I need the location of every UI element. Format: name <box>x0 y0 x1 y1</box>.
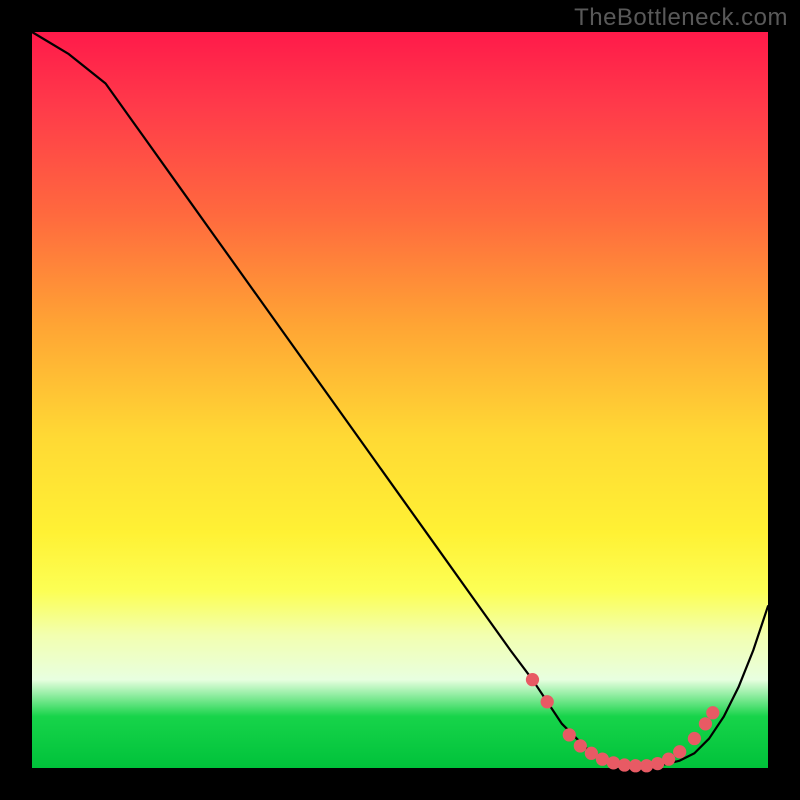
data-point <box>541 695 554 708</box>
data-point <box>563 728 576 741</box>
data-point <box>526 673 539 686</box>
data-point <box>688 732 701 745</box>
data-point <box>699 717 712 730</box>
watermark-text: TheBottleneck.com <box>574 4 788 32</box>
data-point <box>640 759 653 772</box>
plot-area <box>32 32 768 768</box>
bottleneck-curve <box>32 32 768 766</box>
data-point <box>673 745 686 758</box>
data-point <box>706 706 719 719</box>
data-points-group <box>526 673 720 772</box>
chart-frame: TheBottleneck.com <box>0 0 800 800</box>
data-point <box>574 739 587 752</box>
data-point <box>662 753 675 766</box>
data-point <box>607 756 620 769</box>
curve-svg <box>32 32 768 768</box>
